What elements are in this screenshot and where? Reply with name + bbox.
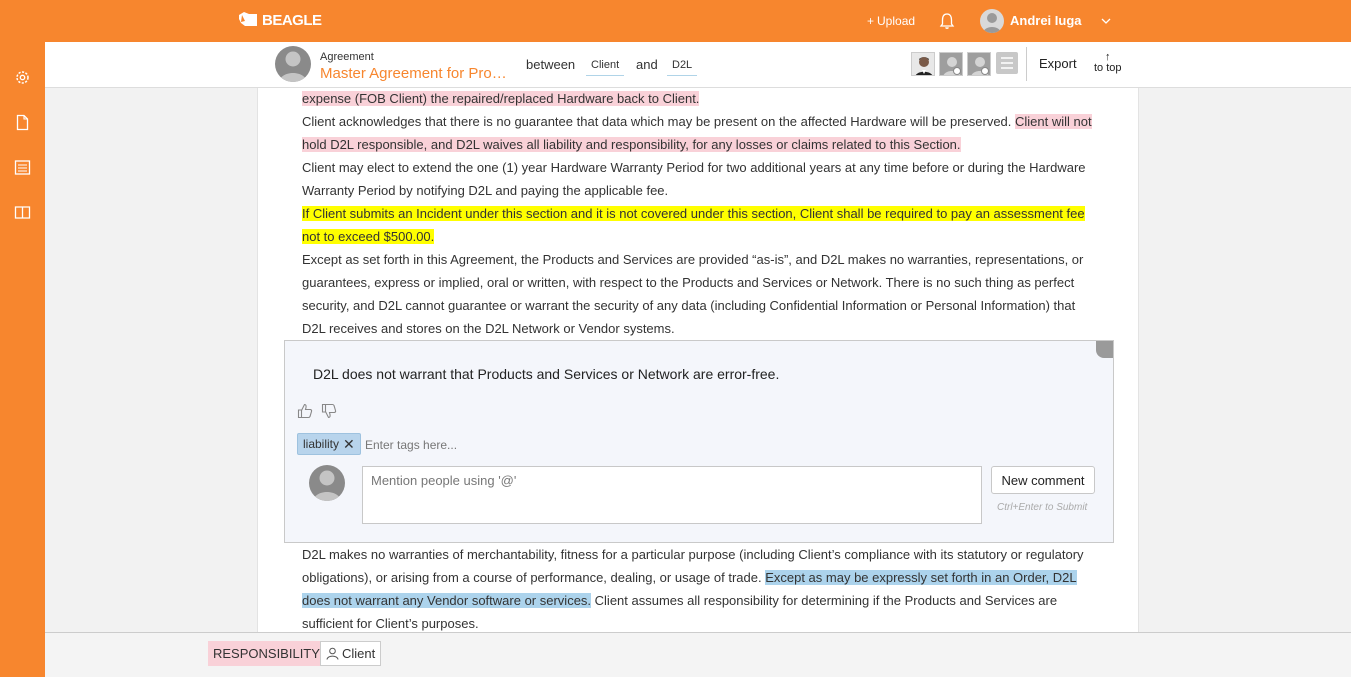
to-top-button[interactable]: ↑ to top <box>1094 52 1122 74</box>
commenter-avatar <box>309 465 345 501</box>
collaborator-avatar[interactable] <box>911 52 935 76</box>
top-bar: BEAGLE + Upload Andrei Iuga <box>0 0 1351 42</box>
bell-icon[interactable] <box>939 12 955 30</box>
clause-detail-text: D2L does not warrant that Products and S… <box>313 366 780 382</box>
clause-list: D2L makes no warranties of merchantabili… <box>302 543 1092 633</box>
clause-paragraph[interactable]: Client acknowledges that there is no gua… <box>302 110 1092 156</box>
user-silhouette-icon <box>940 53 962 75</box>
caret-down-icon[interactable] <box>1101 16 1111 26</box>
upload-button[interactable]: + Upload <box>867 14 915 28</box>
gear-icon[interactable] <box>14 69 31 86</box>
user-silhouette-icon <box>313 470 341 501</box>
user-silhouette-icon <box>279 51 307 82</box>
party-b-field[interactable]: D2L <box>667 54 698 76</box>
thumbs-up-icon[interactable] <box>297 403 313 419</box>
clause-paragraph[interactable]: expense (FOB Client) the repaired/replac… <box>302 88 1092 110</box>
tag-chip: liability ✕ <box>297 433 361 455</box>
clause-paragraph[interactable]: Except as set forth in this Agreement, t… <box>302 248 1092 340</box>
clause-detail-panel: D2L does not warrant that Products and S… <box>284 340 1114 543</box>
highlighted-clause[interactable]: expense (FOB Client) the repaired/replac… <box>302 91 700 106</box>
divider <box>1026 47 1027 81</box>
document-icon[interactable] <box>14 114 31 131</box>
user-photo-icon <box>912 53 934 75</box>
party-badge[interactable]: Client <box>320 641 382 666</box>
party-badge-label: Client <box>342 646 376 661</box>
collaborators-list-button[interactable] <box>996 52 1018 74</box>
category-badge[interactable]: RESPONSIBILITY <box>208 641 325 666</box>
list-icon <box>1001 57 1013 69</box>
tags-input[interactable] <box>365 436 565 454</box>
remove-tag-icon[interactable]: ✕ <box>343 434 355 454</box>
party-a-field[interactable]: Client <box>586 54 625 76</box>
between-label: between <box>526 57 576 72</box>
collaborator-avatar[interactable] <box>939 52 963 76</box>
owner-avatar <box>275 46 311 82</box>
comment-textarea[interactable] <box>362 466 982 524</box>
clause-list: expense (FOB Client) the repaired/replac… <box>302 88 1092 340</box>
export-button[interactable]: Export <box>1039 56 1077 71</box>
bottom-bar: RESPONSIBILITY Client <box>45 632 1351 677</box>
submit-hint: Ctrl+Enter to Submit <box>997 502 1088 513</box>
left-sidebar <box>0 42 45 677</box>
clause-paragraph[interactable]: D2L makes no warranties of merchantabili… <box>302 543 1092 633</box>
thumbs-down-icon[interactable] <box>321 403 337 419</box>
book-icon[interactable] <box>14 204 31 221</box>
document-title[interactable]: Master Agreement for Products and Servic… <box>320 65 515 82</box>
plus-icon: + <box>867 14 875 28</box>
list-icon[interactable] <box>14 159 31 176</box>
user-outline-icon <box>326 647 339 660</box>
document-body: expense (FOB Client) the repaired/replac… <box>257 88 1139 633</box>
document-type: Agreement <box>320 51 374 63</box>
user-silhouette-icon <box>983 13 1001 33</box>
panel-corner-toggle[interactable] <box>1096 341 1113 358</box>
and-label: and <box>636 57 658 72</box>
clause-text: Client may elect to extend the one (1) y… <box>302 160 1086 198</box>
user-name[interactable]: Andrei Iuga <box>1010 13 1082 28</box>
beagle-logo[interactable]: BEAGLE <box>237 11 322 29</box>
collaborator-avatar[interactable] <box>967 52 991 76</box>
new-comment-button[interactable]: New comment <box>991 466 1095 494</box>
to-top-label: to top <box>1094 62 1122 74</box>
app-name: BEAGLE <box>262 11 322 29</box>
user-silhouette-icon <box>968 53 990 75</box>
clause-text: Client acknowledges that there is no gua… <box>302 114 1016 129</box>
beagle-logo-icon <box>239 12 257 26</box>
document-header: Agreement Master Agreement for Products … <box>45 42 1351 88</box>
user-avatar[interactable] <box>980 9 1004 33</box>
clause-text: Except as set forth in this Agreement, t… <box>302 252 1084 336</box>
tag-label: liability <box>303 437 340 451</box>
highlighted-clause[interactable]: If Client submits an Incident under this… <box>302 206 1085 244</box>
clause-paragraph[interactable]: Client may elect to extend the one (1) y… <box>302 156 1092 202</box>
clause-paragraph[interactable]: If Client submits an Incident under this… <box>302 202 1092 248</box>
upload-label: Upload <box>877 14 916 28</box>
